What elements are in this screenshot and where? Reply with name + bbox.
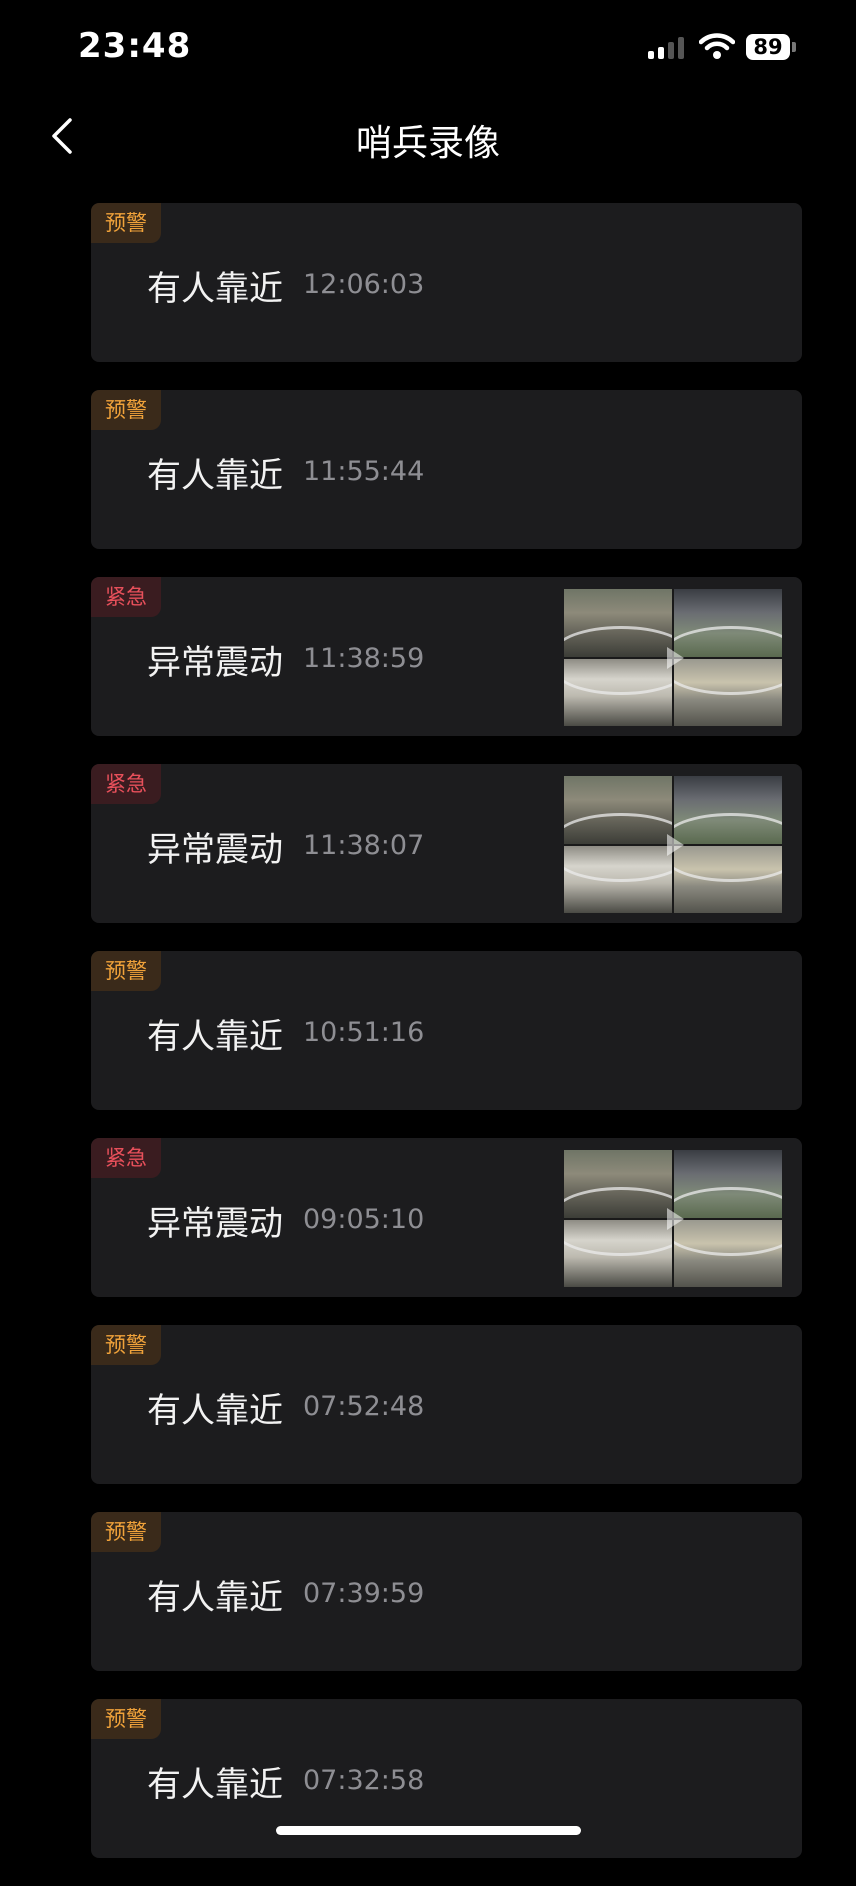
event-time: 07:39:59	[303, 1578, 425, 1609]
event-card[interactable]: 紧急异常震动 09:05:10	[91, 1138, 802, 1297]
urgent-badge: 紧急	[91, 764, 161, 804]
event-label: 有人靠近	[147, 269, 283, 309]
play-icon	[667, 834, 684, 856]
battery-icon: 89	[746, 34, 796, 60]
camera-view-br	[674, 845, 782, 913]
event-card[interactable]: 预警有人靠近 11:55:44	[91, 390, 802, 549]
event-time: 07:32:58	[303, 1765, 425, 1796]
camera-view-tr	[674, 589, 782, 657]
warning-badge: 预警	[91, 1325, 161, 1365]
event-card[interactable]: 紧急异常震动 11:38:07	[91, 764, 802, 923]
event-label: 异常震动	[147, 1204, 283, 1244]
event-card[interactable]: 预警有人靠近 12:06:03	[91, 203, 802, 362]
event-label: 有人靠近	[147, 456, 283, 496]
event-list: 预警 有人靠近 12:06:03 预警 有人靠近 11:55:44 紧急 异常震动 11:38:…	[91, 203, 802, 1886]
cellular-signal-icon	[648, 37, 688, 59]
warning-badge: 预警	[91, 1512, 161, 1552]
warning-badge: 预警	[91, 951, 161, 991]
event-time: 09:05:10	[303, 1204, 425, 1235]
event-card[interactable]: 预警有人靠近 07:52:48	[91, 1325, 802, 1484]
status-bar: 23:48 89	[0, 0, 856, 96]
video-thumbnail[interactable]	[564, 1150, 782, 1287]
urgent-badge: 紧急	[91, 1138, 161, 1178]
battery-level: 89	[746, 34, 790, 60]
event-time: 11:55:44	[303, 456, 425, 487]
camera-view-br	[674, 1219, 782, 1287]
urgent-badge: 紧急	[91, 577, 161, 617]
play-icon	[667, 1208, 684, 1230]
event-card[interactable]: 预警有人靠近 10:51:16	[91, 951, 802, 1110]
status-time: 23:48	[78, 26, 192, 66]
home-indicator	[276, 1826, 581, 1835]
video-thumbnail[interactable]	[564, 776, 782, 913]
event-card[interactable]: 预警有人靠近 07:39:59	[91, 1512, 802, 1671]
event-label: 有人靠近	[147, 1578, 283, 1618]
warning-badge: 预警	[91, 203, 161, 243]
event-card[interactable]: 紧急异常震动 11:38:59	[91, 577, 802, 736]
camera-view-tr	[674, 1150, 782, 1218]
camera-view-br	[674, 658, 782, 726]
camera-view-tr	[674, 776, 782, 844]
camera-view-bl	[564, 658, 672, 726]
event-label: 有人靠近	[147, 1765, 283, 1805]
camera-view-tl	[564, 776, 672, 844]
camera-view-bl	[564, 845, 672, 913]
event-time: 12:06:03	[303, 269, 425, 300]
page-title: 哨兵录像	[355, 123, 500, 164]
event-label: 异常震动	[147, 830, 283, 870]
camera-view-tl	[564, 1150, 672, 1218]
event-time: 07:52:48	[303, 1391, 425, 1422]
event-time: 10:51:16	[303, 1017, 425, 1048]
event-label: 异常震动	[147, 643, 283, 683]
video-thumbnail[interactable]	[564, 589, 782, 726]
wifi-icon	[699, 33, 735, 59]
event-label: 有人靠近	[147, 1391, 283, 1431]
warning-badge: 预警	[91, 1699, 161, 1739]
nav-bar: 哨兵录像	[0, 96, 856, 180]
event-time: 11:38:07	[303, 830, 425, 861]
event-label: 有人靠近	[147, 1017, 283, 1057]
camera-view-tl	[564, 589, 672, 657]
play-icon	[667, 647, 684, 669]
warning-badge: 预警	[91, 390, 161, 430]
camera-view-bl	[564, 1219, 672, 1287]
event-time: 11:38:59	[303, 643, 425, 674]
